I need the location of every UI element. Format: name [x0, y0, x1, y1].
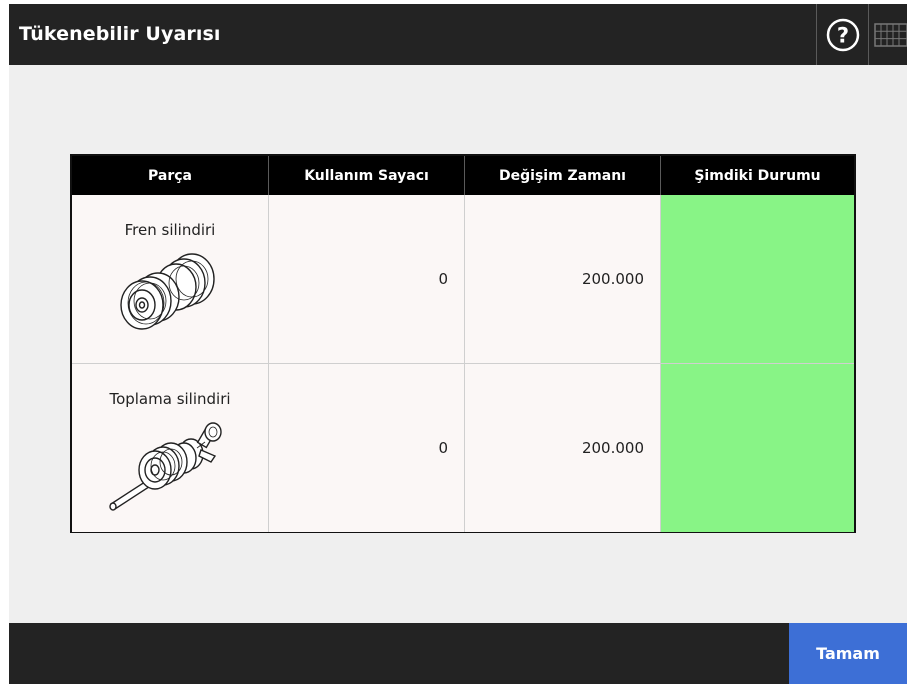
replacement-time-cell: 200.000 — [465, 195, 661, 363]
table-header: Parça Kullanım Sayacı Değişim Zamanı Şim… — [72, 156, 854, 195]
column-header-current-status: Şimdiki Durumu — [694, 167, 821, 184]
brake-roller-icon — [120, 253, 215, 330]
window-title: Tükenebilir Uyarısı — [19, 23, 221, 45]
column-header-part: Parça — [72, 156, 269, 195]
part-cell: Toplama silindiri — [72, 364, 269, 532]
column-header-replacement-time: Değişim Zamanı — [465, 156, 661, 195]
usage-counter-cell: 0 — [269, 195, 465, 363]
status-indicator — [661, 364, 854, 532]
footer-bar: Tamam — [9, 623, 907, 684]
help-button[interactable]: ? — [816, 4, 869, 65]
keyboard-icon — [874, 22, 907, 47]
help-icon: ? — [826, 18, 859, 51]
content-area: Parça Kullanım Sayacı Değişim Zamanı Şim… — [9, 65, 907, 623]
usage-counter-cell: 0 — [269, 364, 465, 532]
pick-roller-icon — [109, 422, 222, 511]
ok-button[interactable]: Tamam — [789, 623, 907, 684]
part-name: Fren silindiri — [124, 221, 216, 239]
title-bar: Tükenebilir Uyarısı ? — [9, 4, 907, 65]
consumables-table: Parça Kullanım Sayacı Değişim Zamanı Şim… — [70, 154, 856, 533]
replacement-time-cell: 200.000 — [465, 364, 661, 532]
table-row: Fren silindiri 0 200.000 — [72, 195, 854, 364]
part-name: Toplama silindiri — [109, 390, 231, 408]
table-row: Toplama silindiri 0 200.000 — [72, 364, 854, 532]
status-indicator — [661, 195, 854, 363]
svg-text:?: ? — [836, 23, 848, 47]
part-cell: Fren silindiri — [72, 195, 269, 363]
column-header-usage-counter: Kullanım Sayacı — [269, 156, 465, 195]
keyboard-button[interactable] — [869, 4, 907, 65]
